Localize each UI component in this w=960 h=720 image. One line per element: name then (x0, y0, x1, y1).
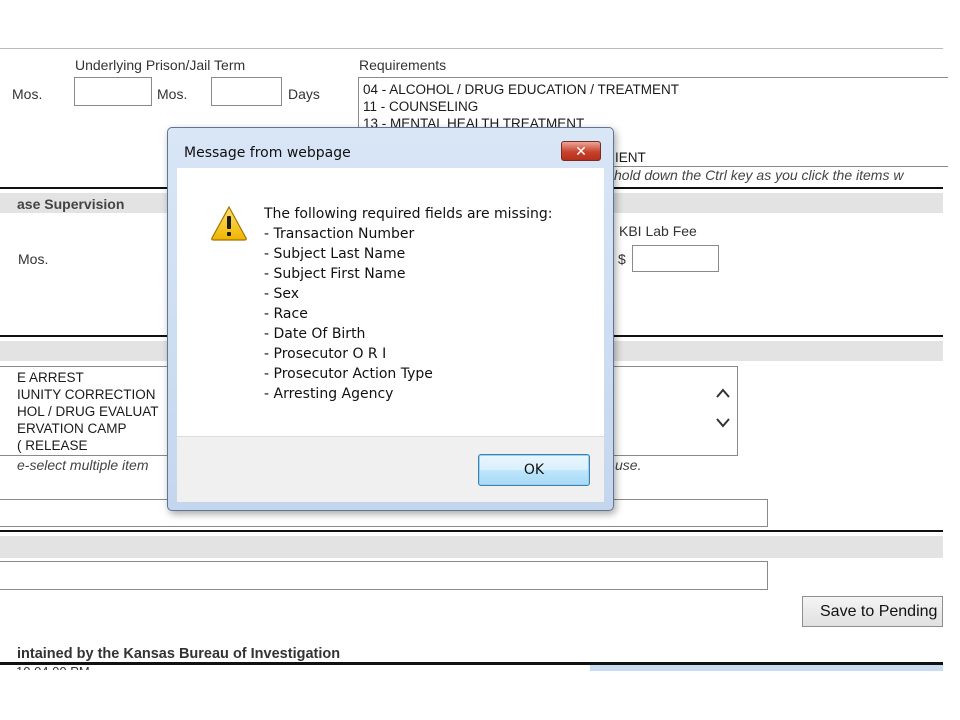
scroll-up-icon[interactable] (715, 387, 731, 399)
conditions-item[interactable]: HOL / DRUG EVALUAT (17, 403, 159, 420)
dialog-body: The following required fields are missin… (177, 168, 604, 436)
mos-label: Mos. (157, 86, 188, 102)
empty-section-header (0, 536, 943, 558)
dialog-message: The following required fields are missin… (264, 204, 553, 404)
missing-field: - Transaction Number (264, 226, 415, 242)
notes-input[interactable] (0, 561, 768, 590)
close-icon: ✕ (575, 142, 587, 159)
warning-icon (211, 205, 247, 241)
dialog-title: Message from webpage (184, 145, 351, 161)
requirements-item[interactable]: 04 - ALCOHOL / DRUG EDUCATION / TREATMEN… (363, 81, 679, 98)
conditions-item[interactable]: E ARREST (17, 369, 84, 386)
message-dialog: Message from webpage ✕ The following req… (167, 127, 614, 511)
missing-field: - Arresting Agency (264, 386, 394, 402)
days-label: Days (288, 86, 320, 102)
requirements-item[interactable]: 11 - COUNSELING (363, 98, 478, 115)
conditions-hint-left: e-select multiple item (17, 457, 149, 473)
underlying-term-label: Underlying Prison/Jail Term (75, 57, 246, 73)
missing-field: - Subject Last Name (264, 246, 406, 262)
missing-field: - Race (264, 306, 308, 322)
requirements-label: Requirements (359, 57, 447, 73)
missing-field: - Prosecutor Action Type (264, 366, 433, 382)
footer-text: intained by the Kansas Bureau of Investi… (17, 646, 341, 662)
ok-button[interactable]: OK (478, 454, 590, 486)
kbi-lab-fee-input[interactable] (632, 245, 719, 272)
kbi-lab-fee-label: KBI Lab Fee (619, 223, 697, 239)
missing-field: - Subject First Name (264, 266, 406, 282)
prison-term-months-input[interactable] (74, 77, 152, 106)
top-divider (0, 48, 943, 49)
save-to-pending-button[interactable]: Save to Pending (802, 596, 943, 627)
release-supervision-title: ase Supervision (17, 196, 125, 212)
conditions-item[interactable]: IUNITY CORRECTION (17, 386, 156, 403)
currency-label: $ (618, 251, 626, 267)
prison-term-days-input[interactable] (211, 77, 282, 106)
message-intro: The following required fields are missin… (264, 206, 553, 222)
conditions-item[interactable]: ERVATION CAMP (17, 420, 127, 437)
missing-field: - Date Of Birth (264, 326, 366, 342)
footer-partial-text: 10 04 00 PM (16, 664, 90, 670)
dialog-footer: OK (177, 436, 604, 502)
requirements-hint: hold down the Ctrl key as you click the … (614, 167, 904, 183)
scroll-down-icon[interactable] (715, 417, 731, 429)
conditions-hint-right: use. (615, 457, 642, 473)
section-rule (0, 530, 943, 532)
footer-accent-bar (590, 665, 943, 671)
mos-label-second: Mos. (18, 251, 49, 267)
close-button[interactable]: ✕ (561, 141, 601, 161)
requirements-item-partial[interactable]: IENT (615, 149, 646, 166)
missing-field: - Sex (264, 286, 300, 302)
missing-field: - Prosecutor O R I (264, 346, 387, 362)
conditions-item[interactable]: ( RELEASE (17, 437, 88, 454)
mos-label-cut: Mos. (12, 86, 43, 102)
